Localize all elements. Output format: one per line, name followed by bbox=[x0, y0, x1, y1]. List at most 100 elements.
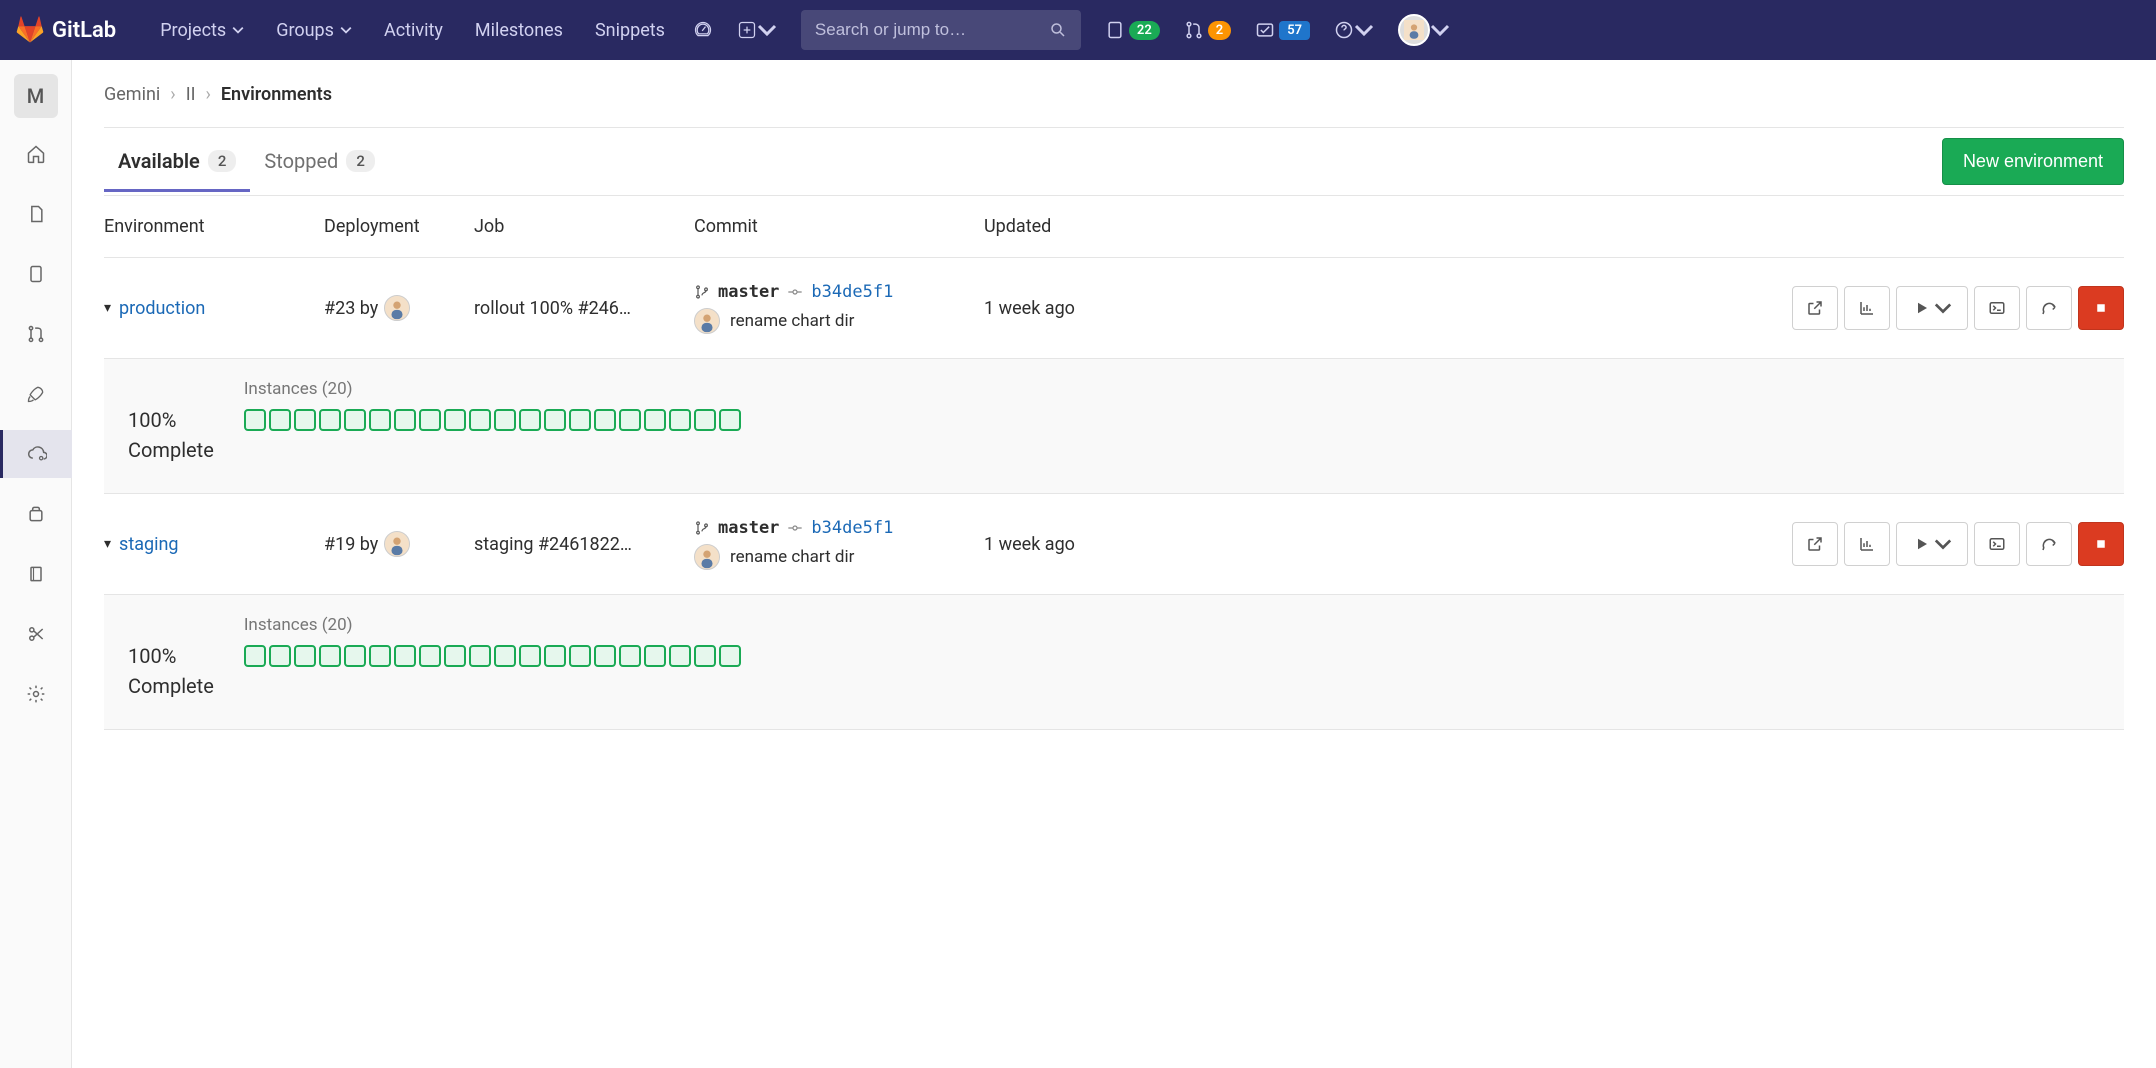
redeploy-button[interactable] bbox=[2026, 522, 2072, 566]
avatar[interactable] bbox=[384, 531, 410, 557]
instance-block[interactable] bbox=[419, 645, 441, 667]
terminal-button[interactable] bbox=[1974, 522, 2020, 566]
environment-link[interactable]: staging bbox=[119, 534, 179, 555]
search-box[interactable] bbox=[801, 10, 1081, 50]
sidebar-item-merge-requests[interactable] bbox=[12, 310, 60, 358]
environment-link[interactable]: production bbox=[119, 298, 205, 319]
instance-block[interactable] bbox=[269, 409, 291, 431]
nav-user-menu[interactable] bbox=[1390, 6, 1458, 54]
branch-name[interactable]: master bbox=[718, 518, 779, 538]
redeploy-button[interactable] bbox=[2026, 286, 2072, 330]
sidebar-item-repository[interactable] bbox=[12, 190, 60, 238]
monitoring-button[interactable] bbox=[1844, 286, 1890, 330]
instance-block[interactable] bbox=[569, 645, 591, 667]
commit-sha[interactable]: b34de5f1 bbox=[811, 518, 893, 538]
instance-block[interactable] bbox=[319, 645, 341, 667]
instance-block[interactable] bbox=[519, 645, 541, 667]
instance-block[interactable] bbox=[594, 409, 616, 431]
nav-milestones[interactable]: Milestones bbox=[463, 12, 575, 49]
job-link[interactable]: rollout 100% #246… bbox=[474, 298, 694, 319]
instance-block[interactable] bbox=[394, 645, 416, 667]
avatar[interactable] bbox=[694, 308, 720, 334]
terminal-button[interactable] bbox=[1974, 286, 2020, 330]
instance-block[interactable] bbox=[544, 645, 566, 667]
instance-block[interactable] bbox=[294, 645, 316, 667]
stop-button[interactable] bbox=[2078, 286, 2124, 330]
job-link[interactable]: staging #2461822… bbox=[474, 534, 694, 555]
instance-block[interactable] bbox=[419, 409, 441, 431]
deploy-dropdown[interactable] bbox=[1896, 522, 1968, 566]
instance-block[interactable] bbox=[319, 409, 341, 431]
instance-block[interactable] bbox=[444, 645, 466, 667]
instance-block[interactable] bbox=[694, 645, 716, 667]
open-live-button[interactable] bbox=[1792, 286, 1838, 330]
nav-new-dropdown[interactable] bbox=[729, 12, 785, 48]
stop-button[interactable] bbox=[2078, 522, 2124, 566]
search-input[interactable] bbox=[815, 20, 1049, 40]
tab-stopped[interactable]: Stopped 2 bbox=[250, 131, 389, 192]
instance-block[interactable] bbox=[244, 645, 266, 667]
nav-groups[interactable]: Groups bbox=[264, 12, 364, 49]
sidebar-project-avatar[interactable]: M bbox=[14, 74, 58, 118]
tab-available[interactable]: Available 2 bbox=[104, 131, 250, 192]
nav-activity[interactable]: Activity bbox=[372, 12, 455, 49]
instance-block[interactable] bbox=[494, 645, 516, 667]
breadcrumb-item[interactable]: Gemini bbox=[104, 84, 160, 105]
instance-block[interactable] bbox=[644, 645, 666, 667]
avatar[interactable] bbox=[384, 295, 410, 321]
instance-block[interactable] bbox=[444, 409, 466, 431]
instance-block[interactable] bbox=[544, 409, 566, 431]
gitlab-logo[interactable]: GitLab bbox=[16, 16, 116, 44]
instance-block[interactable] bbox=[519, 409, 541, 431]
nav-mrs-counter[interactable]: 2 bbox=[1176, 12, 1239, 48]
sidebar-item-overview[interactable] bbox=[12, 130, 60, 178]
complete-label: Complete bbox=[128, 671, 214, 701]
nav-issues-counter[interactable]: 22 bbox=[1097, 12, 1168, 48]
sidebar-item-cicd[interactable] bbox=[12, 370, 60, 418]
commit-message[interactable]: rename chart dir bbox=[730, 311, 854, 331]
instance-block[interactable] bbox=[369, 645, 391, 667]
instance-block[interactable] bbox=[494, 409, 516, 431]
instance-block[interactable] bbox=[619, 645, 641, 667]
sidebar-item-operations[interactable] bbox=[0, 430, 72, 478]
instance-block[interactable] bbox=[269, 645, 291, 667]
instance-block[interactable] bbox=[569, 409, 591, 431]
instance-block[interactable] bbox=[619, 409, 641, 431]
nav-performance[interactable] bbox=[685, 12, 721, 48]
instance-block[interactable] bbox=[594, 645, 616, 667]
instance-block[interactable] bbox=[469, 645, 491, 667]
instance-block[interactable] bbox=[369, 409, 391, 431]
instance-block[interactable] bbox=[394, 409, 416, 431]
instance-block[interactable] bbox=[344, 409, 366, 431]
instance-block[interactable] bbox=[669, 409, 691, 431]
instance-block[interactable] bbox=[244, 409, 266, 431]
open-live-button[interactable] bbox=[1792, 522, 1838, 566]
sidebar-item-settings[interactable] bbox=[12, 670, 60, 718]
instance-block[interactable] bbox=[294, 409, 316, 431]
instance-block[interactable] bbox=[694, 409, 716, 431]
sidebar-item-wiki[interactable] bbox=[12, 550, 60, 598]
monitoring-button[interactable] bbox=[1844, 522, 1890, 566]
nav-help[interactable] bbox=[1326, 12, 1382, 48]
sidebar-item-snippets[interactable] bbox=[12, 610, 60, 658]
commit-message[interactable]: rename chart dir bbox=[730, 547, 854, 567]
new-environment-button[interactable]: New environment bbox=[1942, 138, 2124, 185]
chevron-down-icon[interactable]: ▾ bbox=[104, 300, 111, 316]
sidebar-item-issues[interactable] bbox=[12, 250, 60, 298]
chevron-down-icon[interactable]: ▾ bbox=[104, 536, 111, 552]
instance-block[interactable] bbox=[719, 645, 741, 667]
sidebar-item-packages[interactable] bbox=[12, 490, 60, 538]
instance-block[interactable] bbox=[344, 645, 366, 667]
instance-block[interactable] bbox=[719, 409, 741, 431]
instance-block[interactable] bbox=[469, 409, 491, 431]
avatar[interactable] bbox=[694, 544, 720, 570]
breadcrumb-item[interactable]: II bbox=[186, 84, 196, 105]
instance-block[interactable] bbox=[644, 409, 666, 431]
instance-block[interactable] bbox=[669, 645, 691, 667]
nav-todos-counter[interactable]: 57 bbox=[1247, 12, 1318, 48]
branch-name[interactable]: master bbox=[718, 282, 779, 302]
deploy-dropdown[interactable] bbox=[1896, 286, 1968, 330]
nav-projects[interactable]: Projects bbox=[148, 12, 256, 49]
nav-snippets[interactable]: Snippets bbox=[583, 12, 677, 49]
commit-sha[interactable]: b34de5f1 bbox=[811, 282, 893, 302]
